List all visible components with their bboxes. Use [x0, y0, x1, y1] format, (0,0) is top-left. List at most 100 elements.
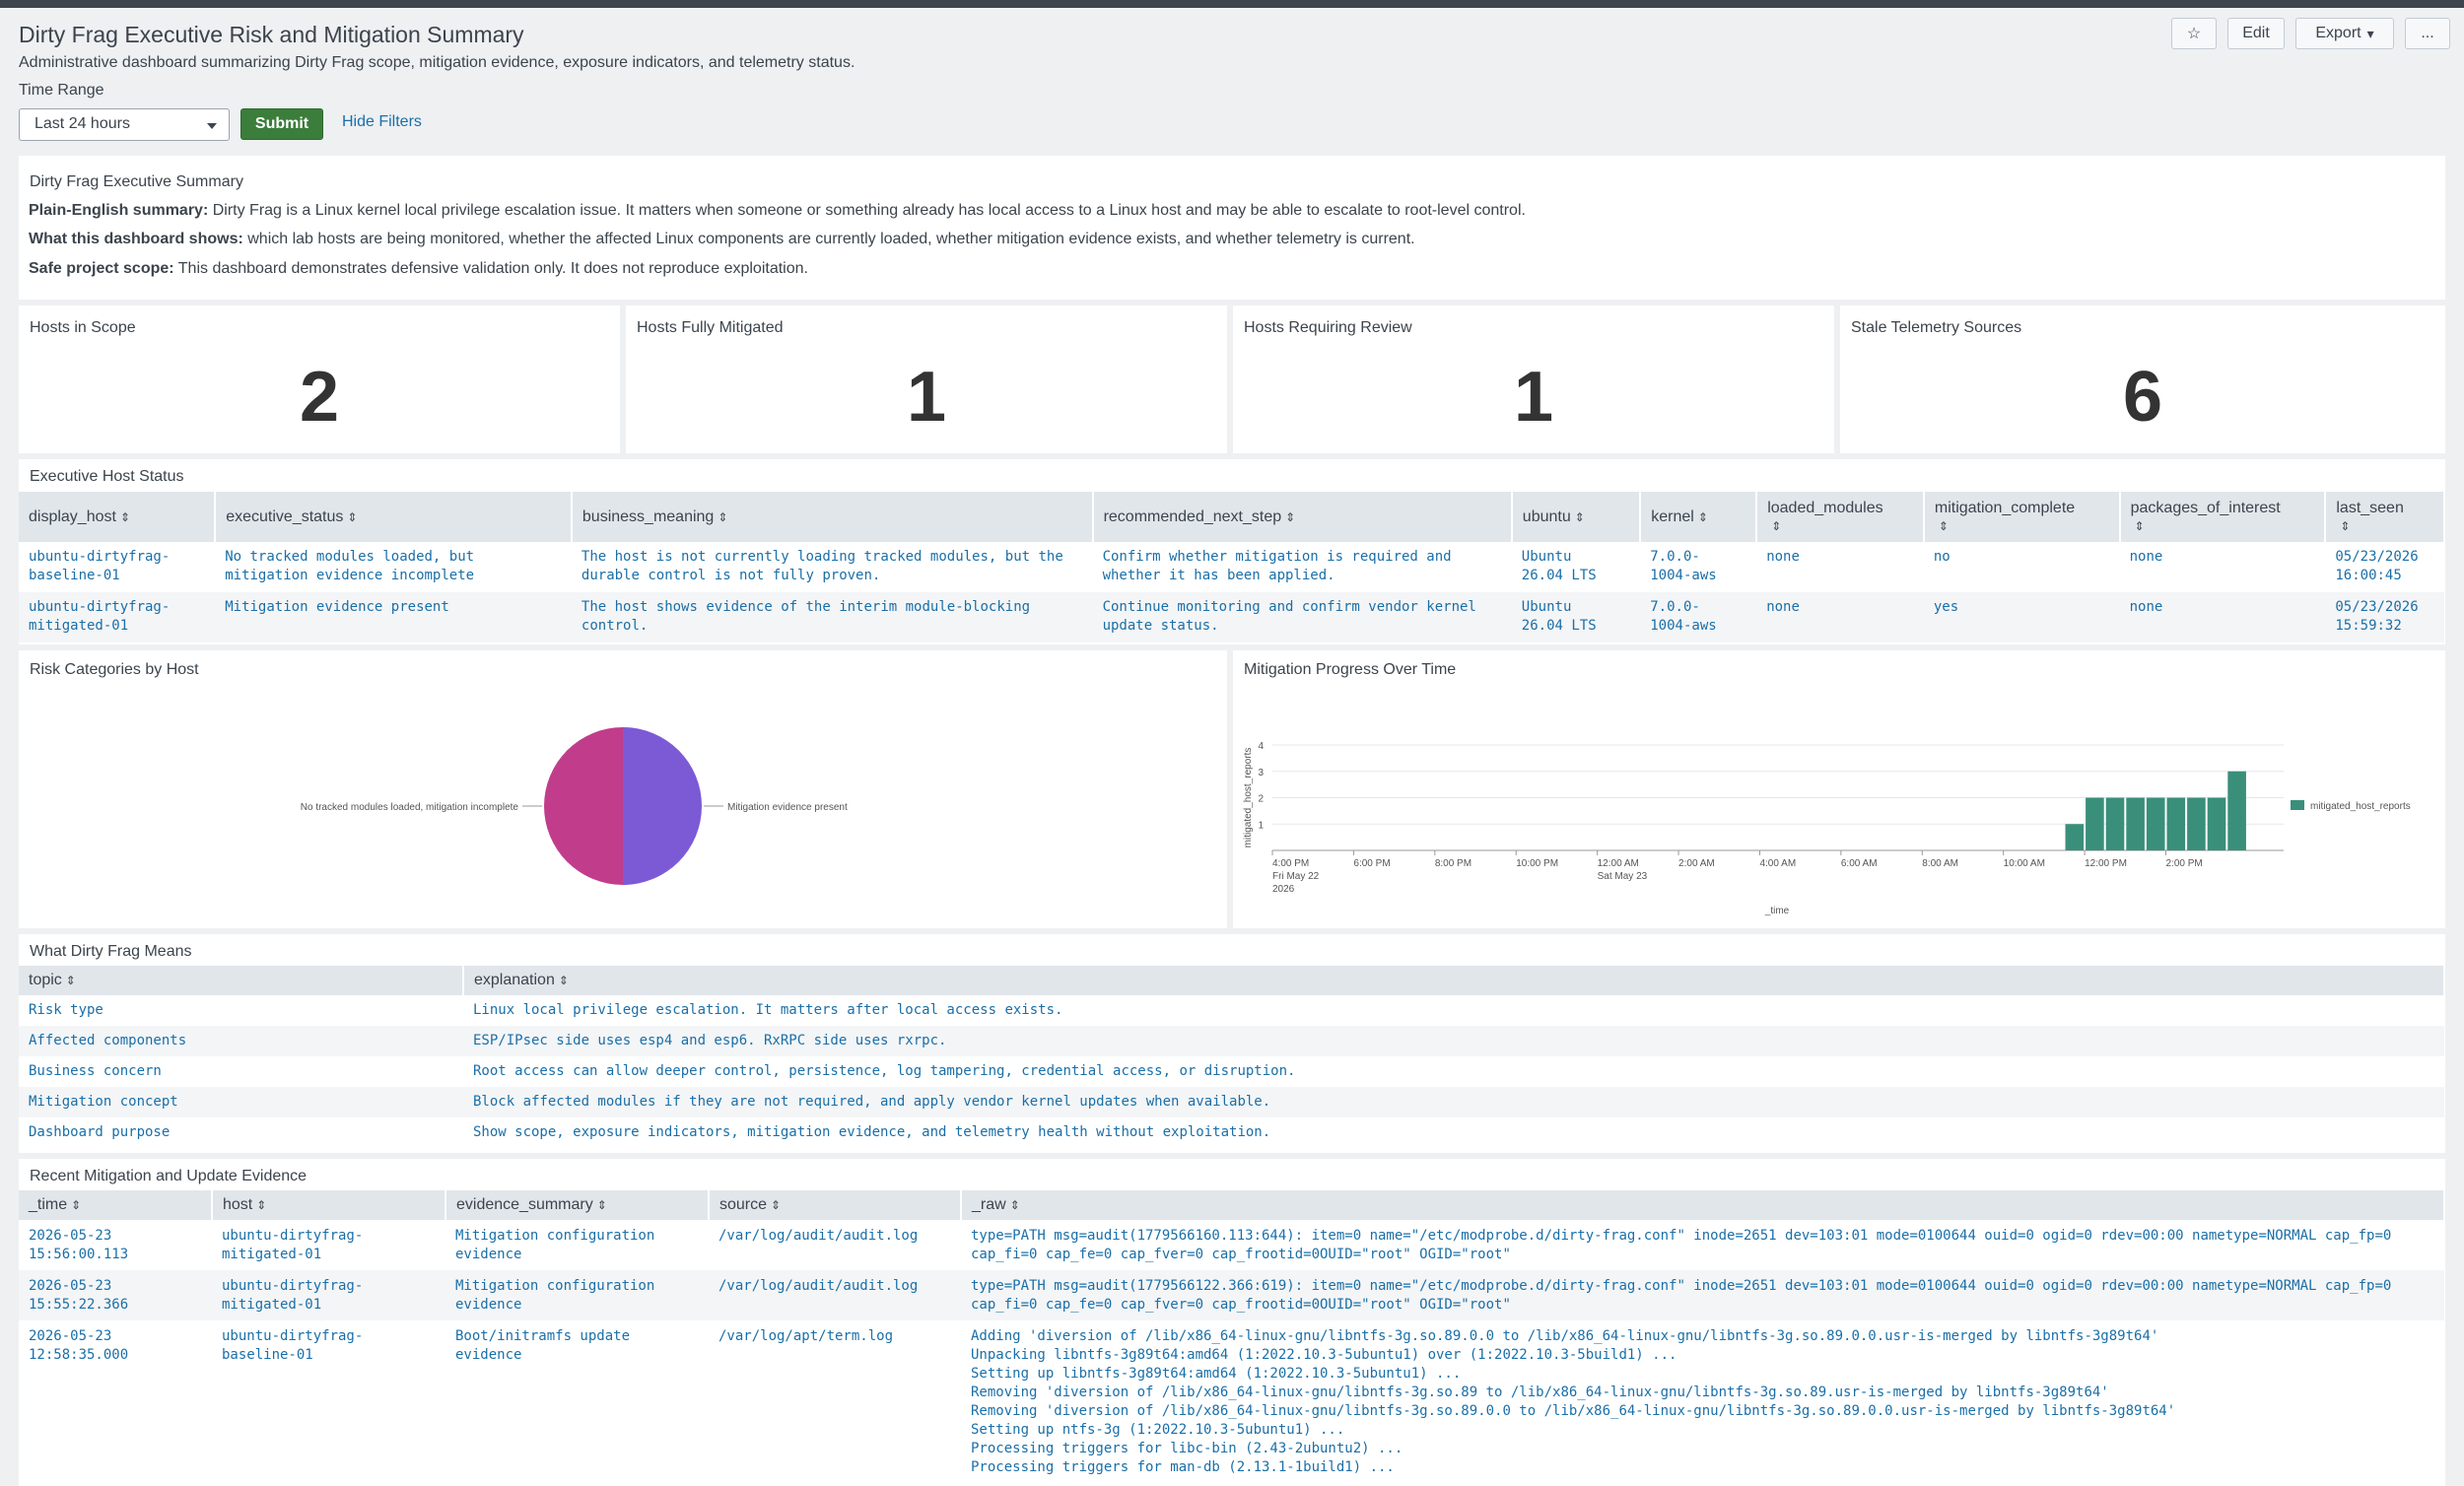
table-row[interactable]: Risk type Linux local privilege escalatio… [19, 995, 2444, 1026]
table-row[interactable]: ubuntu-dirtyfrag-mitigated-01 Mitigation … [19, 592, 2444, 642]
hide-filters-link[interactable]: Hide Filters [342, 113, 422, 131]
x-tick-label: 12:00 PM [2085, 858, 2127, 869]
column-header-label: mitigation_complete [1935, 500, 2075, 516]
export-button[interactable]: Export ▾ [2295, 18, 2394, 49]
table-row[interactable]: 2026-05-23 12:58:35.000 ubuntu-dirtyfrag-b… [19, 1320, 2444, 1483]
table-cell[interactable]: Mitigation concept [19, 1087, 463, 1117]
table-cell[interactable]: The host is not currently loading tracke… [572, 542, 1093, 592]
table-row[interactable]: Mitigation concept Block affected modules… [19, 1087, 2444, 1117]
table-cell[interactable]: type=PATH msg=audit(1779566122.366:619):… [961, 1270, 2444, 1320]
x-tick-label: 6:00 PM [1353, 858, 1390, 869]
bar[interactable] [2167, 798, 2186, 851]
legend-label[interactable]: mitigated_host_reports [2310, 801, 2411, 812]
table-cell[interactable]: ubuntu-dirtyfrag-mitigated-01 [212, 1270, 445, 1320]
table-cell[interactable]: The host shows evidence of the interim m… [572, 592, 1093, 642]
column-header[interactable]: evidence_summary ⇕ [445, 1190, 709, 1220]
table-cell[interactable]: Root access can allow deeper control, pe… [463, 1056, 2444, 1087]
table-cell[interactable]: ESP/IPsec side uses esp4 and esp6. RxRPC… [463, 1026, 2444, 1056]
host-status-title: Executive Host Status [30, 468, 184, 486]
table-cell[interactable]: Show scope, exposure indicators, mitigat… [463, 1117, 2444, 1148]
column-header[interactable]: recommended_next_step ⇕ [1093, 492, 1512, 542]
table-cell[interactable]: none [2120, 592, 2326, 642]
table-row[interactable]: 2026-05-23 15:56:00.113 ubuntu-dirtyfrag-m… [19, 1220, 2444, 1270]
pie-slice[interactable] [544, 727, 623, 885]
bar[interactable] [2208, 798, 2226, 851]
table-cell[interactable]: Linux local privilege escalation. It mat… [463, 995, 2444, 1026]
column-header[interactable]: business_meaning ⇕ [572, 492, 1093, 542]
column-header[interactable]: _time ⇕ [19, 1190, 212, 1220]
bar[interactable] [2187, 798, 2206, 851]
table-cell[interactable]: none [2120, 542, 2326, 592]
column-header[interactable]: _raw ⇕ [961, 1190, 2444, 1220]
table-row[interactable]: ubuntu-dirtyfrag-baseline-01 No tracked m… [19, 542, 2444, 592]
table-cell[interactable]: No tracked modules loaded, but mitigation… [215, 542, 572, 592]
sort-icon: ⇕ [597, 1198, 607, 1212]
table-cell[interactable]: /var/log/apt/term.log [709, 1320, 961, 1483]
column-header[interactable]: topic ⇕ [19, 966, 463, 995]
table-cell[interactable]: Dashboard purpose [19, 1117, 463, 1148]
table-cell[interactable]: Confirm whether mitigation is required a… [1093, 542, 1512, 592]
column-header-label: _time [29, 1196, 67, 1213]
bar[interactable] [2227, 772, 2246, 850]
column-header[interactable]: mitigation_complete ⇕ [1924, 492, 2120, 542]
table-cell[interactable]: 7.0.0- 1004-aws [1640, 592, 1756, 642]
more-actions-button[interactable]: ... [2405, 18, 2450, 49]
table-cell[interactable]: Ubuntu 26.04 LTS [1512, 542, 1640, 592]
column-header[interactable]: display_host ⇕ [19, 492, 215, 542]
table-cell[interactable]: /var/log/audit/audit.log [709, 1220, 961, 1270]
column-header[interactable]: ubuntu ⇕ [1512, 492, 1640, 542]
y-tick-label: 3 [1258, 768, 1264, 778]
y-tick-label: 1 [1258, 820, 1264, 831]
table-cell[interactable]: Risk type [19, 995, 463, 1026]
column-header[interactable]: executive_status ⇕ [215, 492, 572, 542]
table-cell[interactable]: /var/log/audit/audit.log [709, 1270, 961, 1320]
edit-button[interactable]: Edit [2227, 18, 2285, 49]
table-cell[interactable]: none [1756, 592, 1924, 642]
table-cell[interactable]: ubuntu-dirtyfrag-mitigated-01 [19, 592, 215, 642]
table-cell[interactable]: Boot/initramfs update evidence [445, 1320, 709, 1483]
submit-button[interactable]: Submit [240, 108, 323, 140]
table-cell[interactable]: Mitigation configuration evidence [445, 1270, 709, 1320]
table-cell[interactable]: no [1924, 542, 2120, 592]
table-cell[interactable]: 2026-05-23 15:56:00.113 [19, 1220, 212, 1270]
table-cell[interactable]: ubuntu-dirtyfrag-baseline-01 [212, 1320, 445, 1483]
column-header[interactable]: last_seen ⇕ [2325, 492, 2444, 542]
table-cell[interactable]: ubuntu-dirtyfrag-mitigated-01 [212, 1220, 445, 1270]
time-range-select[interactable]: Last 24 hours [19, 108, 230, 141]
table-cell[interactable]: Business concern [19, 1056, 463, 1087]
table-row[interactable]: Business concern Root access can allow de… [19, 1056, 2444, 1087]
bar[interactable] [2147, 798, 2165, 851]
bar[interactable] [2065, 824, 2084, 850]
table-cell[interactable]: Mitigation configuration evidence [445, 1220, 709, 1270]
column-header[interactable]: loaded_modules ⇕ [1756, 492, 1924, 542]
table-cell[interactable]: 7.0.0- 1004-aws [1640, 542, 1756, 592]
pie-slice[interactable] [623, 727, 702, 885]
table-cell[interactable]: 2026-05-23 15:55:22.366 [19, 1270, 212, 1320]
table-cell[interactable]: none [1756, 542, 1924, 592]
table-cell[interactable]: type=PATH msg=audit(1779566160.113:644):… [961, 1220, 2444, 1270]
table-cell[interactable]: 2026-05-23 12:58:35.000 [19, 1320, 212, 1483]
table-cell[interactable]: Adding 'diversion of /lib/x86_64-linux-g… [961, 1320, 2444, 1483]
column-header[interactable]: source ⇕ [709, 1190, 961, 1220]
favorite-button[interactable]: ☆ [2171, 18, 2217, 49]
column-header[interactable]: explanation ⇕ [463, 966, 2444, 995]
column-header[interactable]: packages_of_interest ⇕ [2120, 492, 2326, 542]
bar[interactable] [2086, 798, 2104, 851]
table-row[interactable]: Dashboard purpose Show scope, exposure in… [19, 1117, 2444, 1148]
column-header-label: ubuntu [1523, 508, 1571, 525]
table-cell[interactable]: Mitigation evidence present [215, 592, 572, 642]
table-cell[interactable]: Ubuntu 26.04 LTS [1512, 592, 1640, 642]
table-cell[interactable]: Block affected modules if they are not r… [463, 1087, 2444, 1117]
bar[interactable] [2126, 798, 2145, 851]
bar[interactable] [2106, 798, 2125, 851]
table-cell[interactable]: 05/23/2026 16:00:45 [2325, 542, 2444, 592]
table-row[interactable]: Affected components ESP/IPsec side uses e… [19, 1026, 2444, 1056]
table-cell[interactable]: Affected components [19, 1026, 463, 1056]
column-header[interactable]: kernel ⇕ [1640, 492, 1756, 542]
table-cell[interactable]: 05/23/2026 15:59:32 [2325, 592, 2444, 642]
table-cell[interactable]: Continue monitoring and confirm vendor k… [1093, 592, 1512, 642]
table-row[interactable]: 2026-05-23 15:55:22.366 ubuntu-dirtyfrag-m… [19, 1270, 2444, 1320]
table-cell[interactable]: yes [1924, 592, 2120, 642]
table-cell[interactable]: ubuntu-dirtyfrag-baseline-01 [19, 542, 215, 592]
column-header[interactable]: host ⇕ [212, 1190, 445, 1220]
